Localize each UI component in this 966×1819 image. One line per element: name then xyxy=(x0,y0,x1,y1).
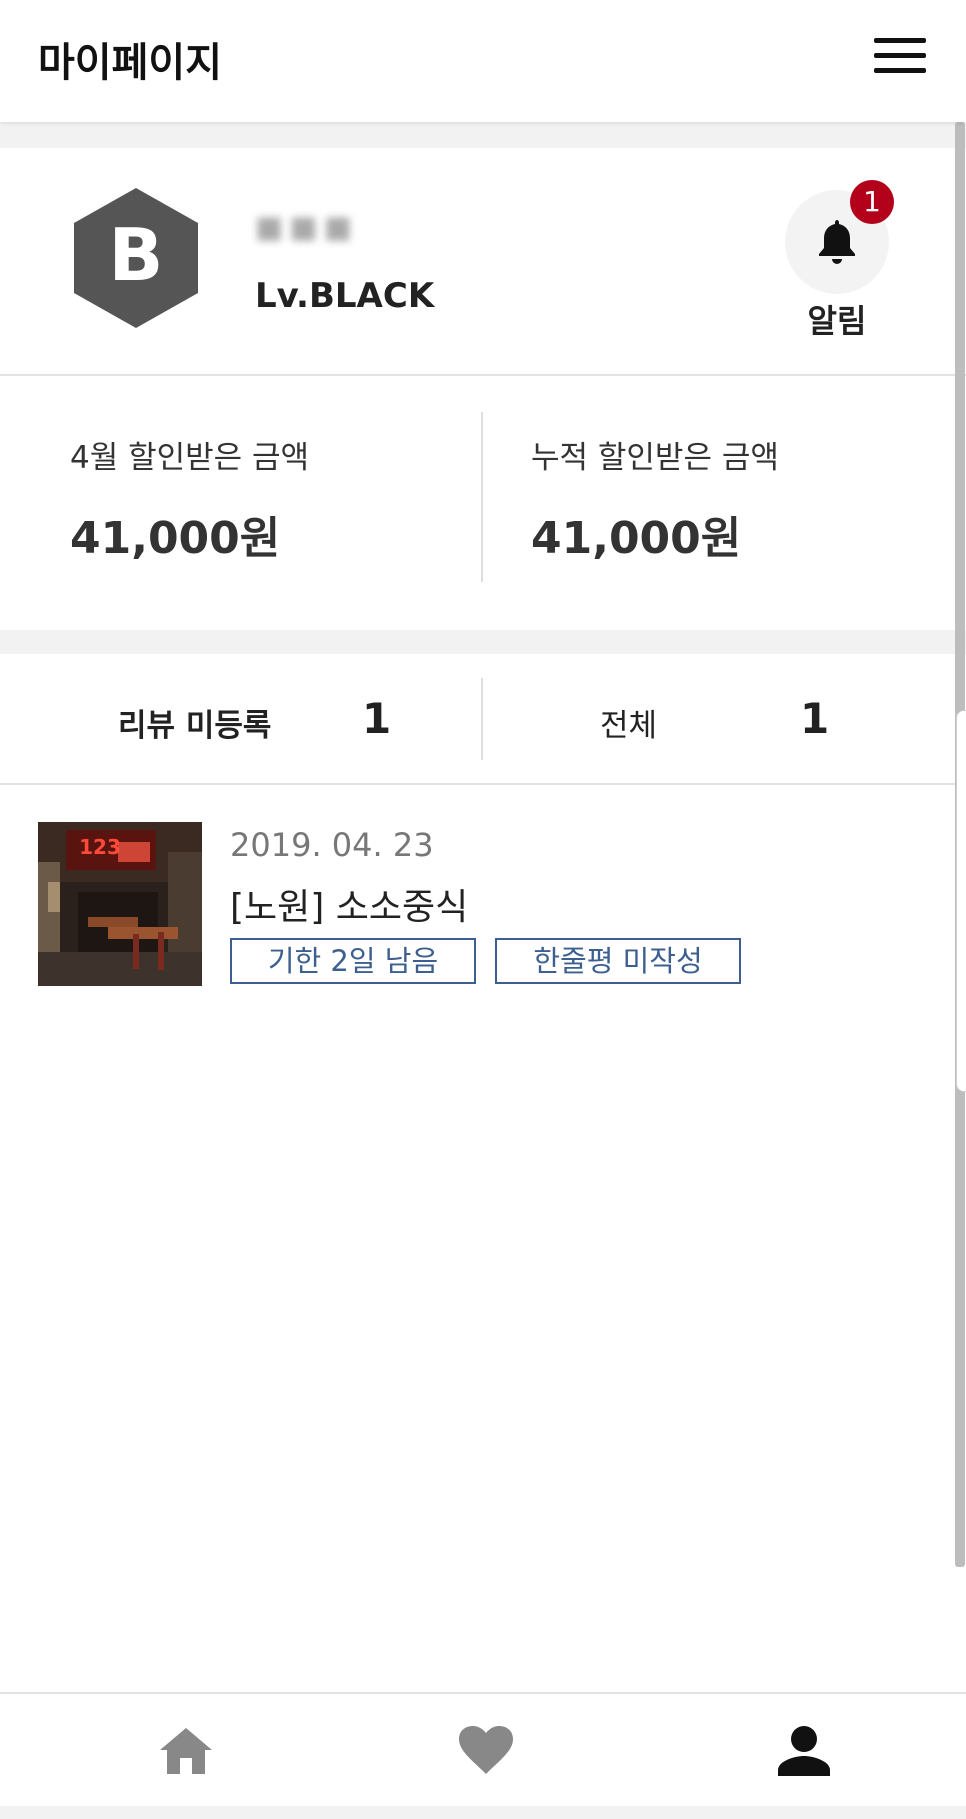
sign-text: 123 xyxy=(79,835,121,859)
nav-mypage[interactable] xyxy=(722,1694,882,1806)
total-discount-label: 누적 할인받은 금액 xyxy=(531,440,779,476)
nav-favorites[interactable] xyxy=(403,1694,563,1806)
stats-divider xyxy=(481,412,483,582)
user-name: ■■■ xyxy=(255,210,359,245)
alarm-label[interactable]: 알림 xyxy=(785,296,889,342)
comment-status-tag: 한줄평 미작성 xyxy=(495,938,741,984)
alarm-count-badge: 1 xyxy=(850,180,894,224)
restaurant-photo: 123 xyxy=(38,822,202,986)
total-discount-value: 41,000원 xyxy=(531,513,742,564)
scroll-handle[interactable] xyxy=(956,710,966,1092)
bell-icon xyxy=(819,220,855,264)
grade-hexagon-icon: B xyxy=(74,188,198,328)
divider xyxy=(0,783,966,785)
monthly-discount-value: 41,000원 xyxy=(70,513,281,564)
section-gap xyxy=(0,122,966,148)
grade-letter: B xyxy=(109,213,164,297)
system-bar-strip xyxy=(0,1806,966,1819)
user-level: Lv.BLACK xyxy=(255,276,435,316)
review-date: 2019. 04. 23 xyxy=(230,826,434,864)
section-gap xyxy=(0,630,966,654)
tab-label: 전체 xyxy=(600,708,658,744)
tabs-divider xyxy=(481,678,483,760)
app-header: 마이페이지 xyxy=(0,0,966,122)
hamburger-menu-icon[interactable] xyxy=(874,38,926,74)
deadline-tag: 기한 2일 남음 xyxy=(230,938,476,984)
tab-unregistered-reviews[interactable]: 리뷰 미등록 1 xyxy=(0,654,482,784)
monthly-discount-label: 4월 할인받은 금액 xyxy=(70,440,310,476)
discount-stats: 4월 할인받은 금액 41,000원 누적 할인받은 금액 41,000원 xyxy=(0,376,966,630)
page-title: 마이페이지 xyxy=(38,40,222,86)
tab-label: 리뷰 미등록 xyxy=(118,708,272,744)
tab-count: 1 xyxy=(362,694,392,743)
profile-section: B ■■■ Lv.BLACK 1 알림 xyxy=(0,148,966,374)
bottom-navigation xyxy=(0,1692,966,1806)
review-tabs: 리뷰 미등록 1 전체 1 xyxy=(0,654,966,784)
home-icon xyxy=(160,1728,212,1774)
person-icon xyxy=(778,1726,830,1776)
heart-icon xyxy=(459,1726,513,1774)
nav-home[interactable] xyxy=(104,1694,264,1806)
tab-all[interactable]: 전체 1 xyxy=(484,654,966,784)
restaurant-thumbnail: 123 xyxy=(38,822,202,986)
review-list-item[interactable]: 123 2019. 04. 23 [노원] 소소중식 기한 2일 남음 한줄평 … xyxy=(0,786,966,1006)
restaurant-name: [노원] 소소중식 xyxy=(230,887,469,928)
tab-count: 1 xyxy=(800,694,830,743)
